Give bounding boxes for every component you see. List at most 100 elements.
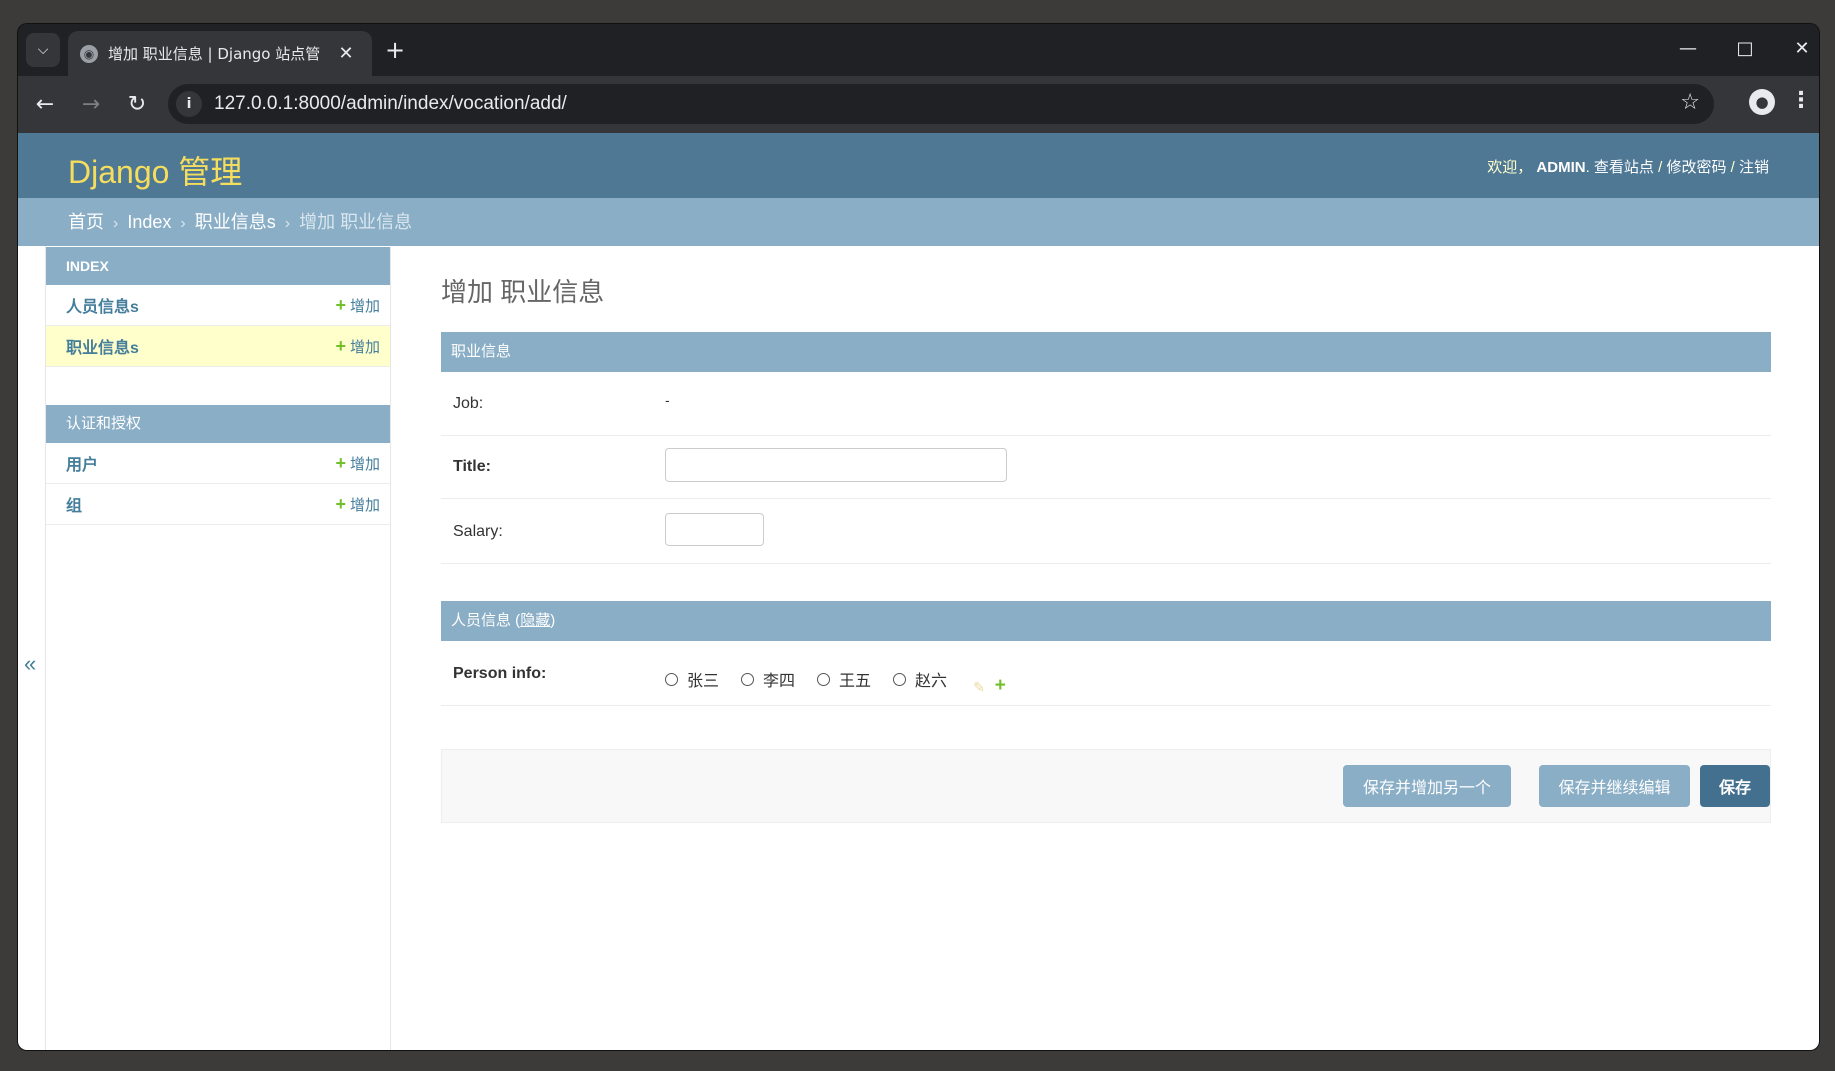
radio-label[interactable]: 赵六	[915, 667, 947, 691]
add-label[interactable]: 增加	[350, 336, 380, 357]
new-tab-icon[interactable]: +	[380, 36, 410, 64]
separator: /	[1658, 159, 1663, 176]
sidebar-item-label[interactable]: 人员信息s	[66, 293, 139, 317]
browser-window: ⌵ ◉ 增加 职业信息 | Django 站点管 ✕ + — □ ✕ ← → ↻…	[18, 24, 1819, 1050]
nav-sidebar: INDEX 人员信息s + 增加 职业信息s + 增加 认证和授权 用户 + 增…	[46, 247, 391, 1050]
add-user-link[interactable]: + 增加	[335, 453, 380, 474]
breadcrumb: 首页 › Index › 职业信息s › 增加 职业信息	[18, 198, 1819, 246]
breadcrumb-separator: ›	[284, 215, 291, 232]
plus-icon: +	[335, 493, 346, 514]
radio-option[interactable]: 张三	[665, 667, 719, 691]
add-vocation-link[interactable]: + 增加	[335, 336, 380, 357]
breadcrumb-app[interactable]: Index	[127, 212, 171, 232]
sidebar-item-label[interactable]: 职业信息s	[66, 334, 139, 358]
minimize-icon[interactable]: —	[1676, 38, 1700, 59]
welcome-text: 欢迎，	[1487, 159, 1533, 176]
tab-strip: ⌵ ◉ 增加 职业信息 | Django 站点管 ✕ + — □ ✕	[18, 24, 1819, 76]
breadcrumb-separator: ›	[113, 215, 119, 232]
kebab-menu-icon[interactable]: ⋮	[1790, 88, 1812, 113]
sidebar-item-groups[interactable]: 组 + 增加	[46, 484, 390, 525]
salary-label: Salary:	[453, 523, 503, 540]
logout-link[interactable]: 注销	[1739, 159, 1769, 176]
person-radio-group: 张三 李四 王五 赵六 ✎ +	[665, 661, 1006, 697]
address-bar[interactable]: i 127.0.0.1:8000/admin/index/vocation/ad…	[168, 84, 1714, 124]
page-title: 增加 职业信息	[441, 277, 605, 307]
site-info-icon[interactable]: i	[176, 91, 202, 117]
page-viewport: Django 管理 欢迎， ADMIN. 查看站点 / 修改密码 / 注销 首页…	[18, 133, 1819, 1050]
close-tab-icon[interactable]: ✕	[336, 43, 356, 64]
save-and-add-another-button[interactable]: 保存并增加另一个	[1343, 765, 1511, 807]
job-readonly-value: -	[665, 392, 670, 408]
site-branding[interactable]: Django 管理	[68, 147, 242, 193]
radio-button[interactable]	[741, 672, 755, 686]
plus-icon: +	[335, 294, 346, 315]
title-input[interactable]	[665, 448, 1007, 482]
profile-icon[interactable]: ●	[1749, 89, 1775, 115]
add-label[interactable]: 增加	[350, 494, 380, 515]
bookmark-star-icon[interactable]: ☆	[1680, 90, 1700, 115]
save-and-continue-button[interactable]: 保存并继续编辑	[1539, 765, 1690, 807]
change-password-link[interactable]: 修改密码	[1666, 159, 1726, 176]
title-label: Title:	[453, 458, 491, 475]
add-label[interactable]: 增加	[350, 453, 380, 474]
sidebar-item-label[interactable]: 组	[66, 492, 82, 516]
radio-label[interactable]: 王五	[839, 667, 871, 691]
fieldset-caption-person: 人员信息 (隐藏)	[441, 601, 1771, 641]
add-label[interactable]: 增加	[350, 295, 380, 316]
add-related-plus-icon[interactable]: +	[995, 675, 1006, 697]
form-row-person-info: Person info: 张三 李四 王五 赵六 ✎ +	[441, 641, 1771, 706]
breadcrumb-separator: ›	[180, 215, 186, 232]
plus-icon: +	[335, 452, 346, 473]
module-caption-auth[interactable]: 认证和授权	[46, 405, 390, 443]
fieldset-title: 人员信息	[451, 612, 512, 629]
radio-option[interactable]: 赵六	[893, 667, 947, 691]
browser-toolbar: ← → ↻ i 127.0.0.1:8000/admin/index/vocat…	[18, 76, 1819, 133]
person-info-label: Person info:	[453, 665, 547, 682]
url-text[interactable]: 127.0.0.1:8000/admin/index/vocation/add/	[214, 93, 567, 115]
back-icon[interactable]: ←	[30, 90, 60, 120]
collapse-sidebar-icon[interactable]: «	[24, 651, 36, 677]
form-row-title: Title:	[441, 436, 1771, 499]
pencil-icon: ✎	[973, 678, 985, 695]
separator: /	[1730, 159, 1735, 176]
add-group-link[interactable]: + 增加	[335, 494, 380, 515]
reload-icon[interactable]: ↻	[122, 90, 152, 120]
form-row-job: Job: -	[441, 372, 1771, 436]
tab-title: 增加 职业信息 | Django 站点管	[108, 45, 321, 63]
username: ADMIN	[1536, 159, 1586, 176]
radio-button[interactable]	[893, 672, 907, 686]
radio-label[interactable]: 张三	[687, 667, 719, 691]
radio-label[interactable]: 李四	[763, 667, 795, 691]
fieldset-caption-vocation: 职业信息	[441, 332, 1771, 372]
maximize-icon[interactable]: □	[1733, 38, 1757, 59]
plus-icon: +	[335, 335, 346, 356]
add-person-link[interactable]: + 增加	[335, 295, 380, 316]
sidebar-item-label[interactable]: 用户	[66, 451, 98, 475]
breadcrumb-model[interactable]: 职业信息s	[195, 212, 276, 232]
tab-search-icon[interactable]: ⌵	[26, 33, 60, 67]
salary-input[interactable]	[665, 513, 764, 546]
job-label: Job:	[453, 395, 484, 412]
user-tools: 欢迎， ADMIN. 查看站点 / 修改密码 / 注销	[1487, 159, 1769, 176]
sidebar-toggle-column: «	[18, 246, 46, 1050]
radio-option[interactable]: 王五	[817, 667, 871, 691]
admin-header: Django 管理 欢迎， ADMIN. 查看站点 / 修改密码 / 注销	[18, 133, 1819, 198]
sidebar-item-vocation[interactable]: 职业信息s + 增加	[46, 326, 390, 367]
globe-icon: ◉	[80, 44, 98, 63]
forward-icon[interactable]: →	[76, 90, 106, 120]
radio-option[interactable]: 李四	[741, 667, 795, 691]
collapse-toggle-link[interactable]: 隐藏	[520, 612, 550, 629]
form-row-salary: Salary:	[441, 499, 1771, 564]
module-caption-index[interactable]: INDEX	[46, 247, 390, 285]
close-window-icon[interactable]: ✕	[1790, 38, 1814, 59]
breadcrumb-current: 增加 职业信息	[299, 212, 413, 232]
sidebar-item-person[interactable]: 人员信息s + 增加	[46, 285, 390, 326]
submit-row: 保存并增加另一个 保存并继续编辑 保存	[441, 749, 1771, 823]
breadcrumb-home[interactable]: 首页	[68, 212, 104, 232]
browser-tab[interactable]: ◉ 增加 职业信息 | Django 站点管 ✕	[68, 31, 372, 76]
save-button[interactable]: 保存	[1700, 765, 1770, 807]
view-site-link[interactable]: 查看站点	[1594, 159, 1654, 176]
radio-button[interactable]	[817, 672, 831, 686]
radio-button[interactable]	[665, 672, 678, 686]
sidebar-item-users[interactable]: 用户 + 增加	[46, 443, 390, 484]
